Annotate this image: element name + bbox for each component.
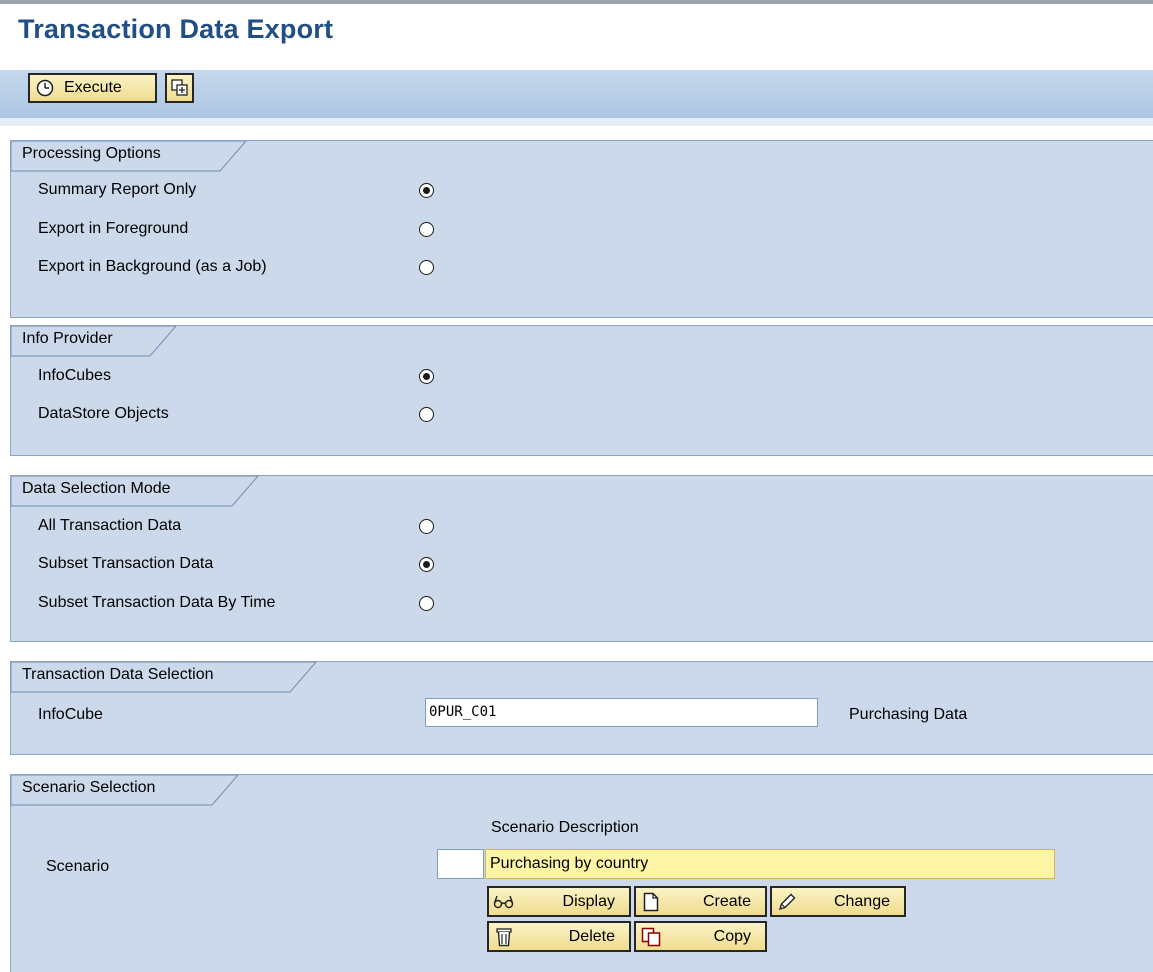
- copy-icon: [640, 926, 662, 948]
- new-document-icon: [640, 891, 662, 913]
- create-button[interactable]: Create: [634, 886, 767, 917]
- all-transaction-data-label: All Transaction Data: [38, 517, 182, 534]
- page-title: Transaction Data Export: [18, 14, 334, 44]
- transaction-data-selection-title: Transaction Data Selection: [22, 666, 214, 683]
- delete-button[interactable]: Delete: [487, 921, 631, 952]
- subset-transaction-data-radio[interactable]: [419, 557, 434, 572]
- infocube-label: InfoCube: [38, 706, 103, 723]
- data-selection-mode-group: Data Selection Mode All Transaction Data…: [10, 475, 1153, 642]
- delete-button-label: Delete: [568, 927, 615, 945]
- change-button-label: Change: [833, 892, 890, 910]
- display-button-label: Display: [562, 892, 615, 910]
- subset-transaction-data-by-time-radio[interactable]: [419, 596, 434, 611]
- infocube-description: Purchasing Data: [849, 706, 968, 723]
- application-toolbar: Execute: [0, 70, 1153, 119]
- execute-clock-icon: [36, 79, 54, 97]
- infocube-input[interactable]: 0PUR_C01: [425, 698, 818, 727]
- subset-transaction-data-by-time-label: Subset Transaction Data By Time: [38, 594, 276, 611]
- execute-button-label: Execute: [64, 79, 122, 96]
- transaction-data-selection-group: Transaction Data Selection InfoCube 0PUR…: [10, 661, 1153, 755]
- export-in-background-radio[interactable]: [419, 260, 434, 275]
- infocubes-radio[interactable]: [419, 369, 434, 384]
- export-in-foreground-radio[interactable]: [419, 222, 434, 237]
- copy-button-label: Copy: [713, 927, 751, 945]
- glasses-icon: [493, 891, 515, 913]
- datastore-objects-label: DataStore Objects: [38, 405, 169, 422]
- toolbar-separator: [0, 118, 1153, 126]
- window-top-border: [0, 0, 1153, 4]
- info-provider-group: Info Provider InfoCubes DataStore Object…: [10, 325, 1153, 456]
- scenario-description-field[interactable]: Purchasing by country: [485, 849, 1055, 879]
- pencil-icon: [776, 891, 798, 913]
- all-transaction-data-radio[interactable]: [419, 519, 434, 534]
- scenario-selection-title: Scenario Selection: [22, 779, 156, 796]
- summary-report-only-radio[interactable]: [419, 183, 434, 198]
- execute-button[interactable]: Execute: [28, 73, 157, 103]
- display-button[interactable]: Display: [487, 886, 631, 917]
- subset-transaction-data-label: Subset Transaction Data: [38, 555, 214, 572]
- scenario-description-header: Scenario Description: [491, 819, 639, 836]
- export-in-background-label: Export in Background (as a Job): [38, 258, 267, 275]
- data-selection-mode-title: Data Selection Mode: [22, 480, 171, 497]
- change-button[interactable]: Change: [770, 886, 906, 917]
- infocubes-label: InfoCubes: [38, 367, 111, 384]
- export-in-foreground-label: Export in Foreground: [38, 220, 189, 237]
- processing-options-group: Processing Options Summary Report Only E…: [10, 140, 1153, 318]
- create-button-label: Create: [702, 892, 751, 910]
- scenario-selection-group: Scenario Selection Scenario Description …: [10, 774, 1153, 972]
- datastore-objects-radio[interactable]: [419, 407, 434, 422]
- trash-can-icon: [493, 926, 515, 948]
- copy-button[interactable]: Copy: [634, 921, 767, 952]
- get-variant-icon: [170, 79, 189, 97]
- scenario-input[interactable]: [437, 849, 484, 879]
- info-provider-title: Info Provider: [22, 330, 113, 347]
- scenario-label: Scenario: [46, 858, 110, 875]
- get-variant-button[interactable]: [165, 73, 194, 103]
- summary-report-only-label: Summary Report Only: [38, 181, 197, 198]
- processing-options-title: Processing Options: [22, 145, 161, 162]
